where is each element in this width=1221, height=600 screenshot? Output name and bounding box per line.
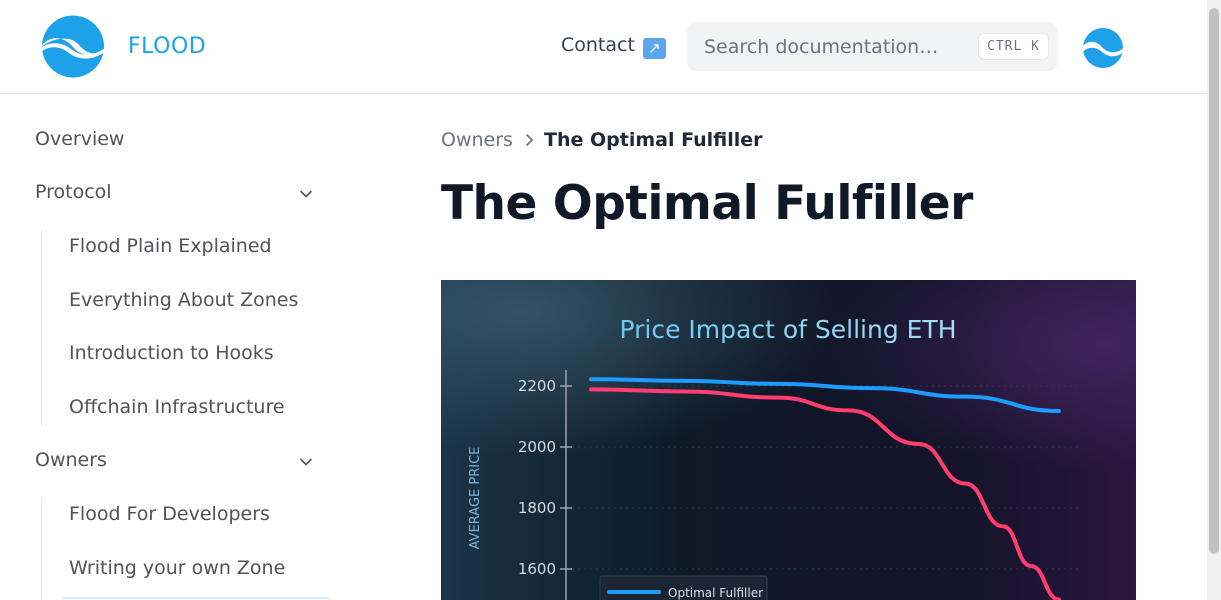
chart-legend: Optimal Fulfiller — [599, 575, 768, 600]
chevron-down-icon[interactable] — [298, 454, 314, 470]
search-input[interactable] — [704, 34, 974, 59]
nav-tree-line — [41, 229, 42, 427]
sidebar-item-everything-about-zones[interactable]: Everything About Zones — [69, 289, 298, 311]
chart-y-tick-label: 1800 — [518, 499, 556, 517]
chart-title: Price Impact of Selling ETH — [620, 315, 957, 344]
sidebar-item-protocol[interactable]: Protocol — [35, 181, 112, 203]
sidebar-item-overview[interactable]: Overview — [35, 128, 124, 150]
search-shortcut-badge: CTRL K — [978, 33, 1049, 60]
flood-mark-icon[interactable] — [1079, 28, 1127, 68]
contact-label: Contact — [561, 34, 635, 56]
chart-y-tick-label: 2200 — [518, 377, 556, 395]
sidebar-item-flood-plain-explained[interactable]: Flood Plain Explained — [69, 235, 272, 257]
chevron-right-icon — [526, 134, 533, 146]
page-title: The Optimal Fulfiller — [441, 176, 973, 231]
sidebar-item-owners[interactable]: Owners — [35, 449, 107, 471]
brand-name[interactable]: FLOOD — [128, 34, 206, 59]
chart-y-tick-label: 2000 — [518, 438, 556, 456]
breadcrumb-parent[interactable]: Owners — [441, 129, 513, 151]
chart-y-axis-label: AVERAGE PRICE — [468, 447, 483, 550]
sidebar-item-flood-for-developers[interactable]: Flood For Developers — [69, 503, 270, 525]
chart-figure: Price Impact of Selling ETH AVERAGE PRIC… — [441, 280, 1136, 600]
north-east-arrow-icon: ↗ — [642, 38, 666, 59]
breadcrumb-current: The Optimal Fulfiller — [544, 129, 763, 151]
sidebar-item-writing-your-own-zone[interactable]: Writing your own Zone — [69, 557, 285, 579]
sidebar-item-introduction-to-hooks[interactable]: Introduction to Hooks — [69, 342, 274, 364]
sidebar-item-offchain-infrastructure[interactable]: Offchain Infrastructure — [69, 396, 285, 418]
scrollbar-thumb[interactable] — [1209, 8, 1219, 554]
chevron-down-icon[interactable] — [298, 186, 314, 202]
contact-link[interactable]: Contact ↗ — [561, 34, 666, 59]
legend-label-optimal: Optimal Fulfiller — [668, 586, 763, 600]
flood-logo-icon[interactable] — [35, 15, 111, 78]
chart-y-tick-label: 1600 — [518, 560, 556, 578]
price-impact-chart: Price Impact of Selling ETH AVERAGE PRIC… — [441, 280, 1136, 600]
nav-tree-line — [41, 497, 42, 600]
search-box[interactable]: CTRL K — [687, 22, 1058, 71]
top-header: FLOOD Contact ↗ CTRL K — [0, 0, 1207, 94]
